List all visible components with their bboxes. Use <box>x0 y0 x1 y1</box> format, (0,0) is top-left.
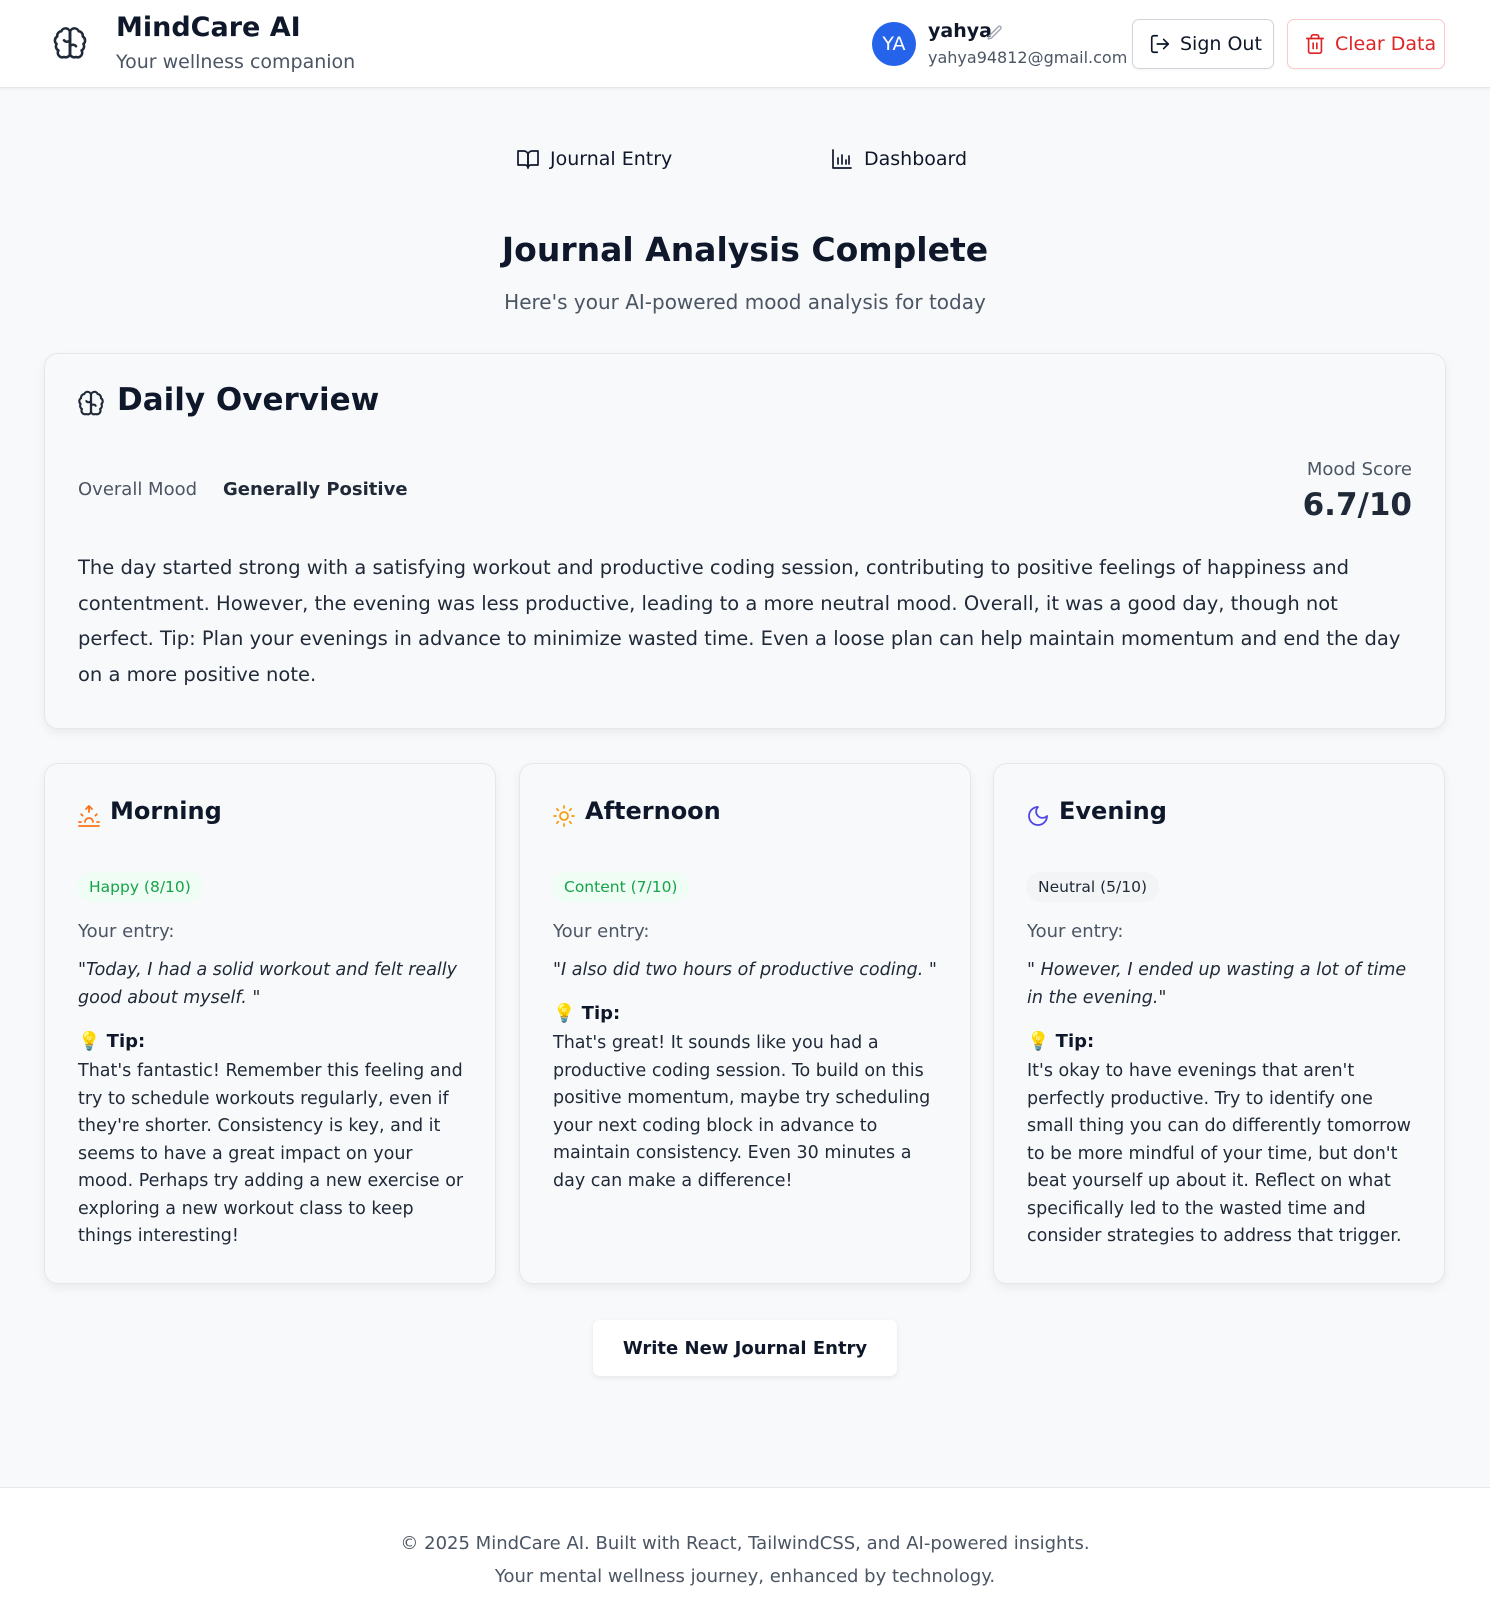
evening-mood-badge: Neutral (5/10) <box>1026 872 1160 902</box>
sunrise-icon <box>78 805 100 827</box>
morning-mood-badge: Happy (8/10) <box>77 872 203 902</box>
morning-entry-label: Your entry: <box>78 921 175 942</box>
morning-card: Morning Happy (8/10) Your entry: "Today,… <box>44 763 496 1284</box>
tab-journal-entry[interactable]: Journal Entry <box>516 142 672 176</box>
sign-out-icon <box>1150 34 1170 54</box>
daily-overview-card: Daily Overview Overall Mood Generally Po… <box>44 353 1446 729</box>
tab-dashboard-label: Dashboard <box>864 148 968 170</box>
afternoon-entry-label: Your entry: <box>553 921 650 942</box>
tab-dashboard[interactable]: Dashboard <box>830 142 967 176</box>
afternoon-tip-label: 💡 Tip: <box>553 1003 621 1024</box>
footer-copyright: © 2025 MindCare AI. Built with React, Ta… <box>400 1533 1090 1554</box>
clear-data-label: Clear Data <box>1335 33 1437 55</box>
afternoon-card: Afternoon Content (7/10) Your entry: "I … <box>519 763 971 1284</box>
sign-out-button[interactable]: Sign Out <box>1132 19 1274 69</box>
user-email: yahya94812@gmail.com <box>928 48 1128 67</box>
footer: © 2025 MindCare AI. Built with React, Ta… <box>0 1487 1490 1613</box>
morning-tip-label: 💡 Tip: <box>78 1031 146 1052</box>
morning-title: Morning <box>110 797 222 825</box>
sun-icon <box>553 805 575 827</box>
morning-tip-text: That's fantastic! Remember this feeling … <box>78 1061 464 1246</box>
bar-chart-icon <box>832 149 852 169</box>
app-header: MindCare AI Your wellness companion YA y… <box>0 0 1490 88</box>
overall-mood-label: Overall Mood <box>78 479 198 500</box>
afternoon-mood-badge: Content (7/10) <box>552 872 690 902</box>
trash-icon <box>1305 34 1325 54</box>
brain-icon <box>78 390 104 416</box>
avatar[interactable]: YA <box>872 22 916 66</box>
overall-mood-value: Generally Positive <box>223 479 408 500</box>
footer-tagline: Your mental wellness journey, enhanced b… <box>494 1566 996 1587</box>
overview-summary: The day started strong with a satisfying… <box>78 556 1401 686</box>
write-new-entry-button[interactable]: Write New Journal Entry <box>593 1320 897 1376</box>
clear-data-button[interactable]: Clear Data <box>1287 19 1445 69</box>
evening-entry-label: Your entry: <box>1027 921 1124 942</box>
moon-icon <box>1028 806 1048 826</box>
page-subtitle: Here's your AI-powered mood analysis for… <box>504 290 986 314</box>
brain-icon <box>53 27 87 59</box>
morning-entry-text: "Today, I had a solid workout and felt r… <box>78 960 457 1008</box>
evening-entry-text: " However, I ended up wasting a lot of t… <box>1027 960 1407 1008</box>
evening-tip-text: It's okay to have evenings that aren't p… <box>1027 1061 1411 1246</box>
app-subtitle: Your wellness companion <box>116 51 356 73</box>
overview-title: Daily Overview <box>117 382 380 418</box>
page-title: Journal Analysis Complete <box>501 230 989 269</box>
app-title: MindCare AI <box>116 12 301 43</box>
mood-score-value: 6.7/10 <box>1302 487 1412 523</box>
sign-out-label: Sign Out <box>1180 33 1262 55</box>
evening-card: Evening Neutral (5/10) Your entry: " How… <box>993 763 1445 1284</box>
afternoon-entry-text: "I also did two hours of productive codi… <box>553 960 937 980</box>
tab-journal-label: Journal Entry <box>550 148 673 170</box>
evening-tip-label: 💡 Tip: <box>1027 1031 1095 1052</box>
user-name: yahya <box>928 20 992 42</box>
afternoon-title: Afternoon <box>585 797 721 825</box>
mood-score-label: Mood Score <box>1306 459 1412 480</box>
afternoon-tip-text: That's great! It sounds like you had a p… <box>553 1033 931 1191</box>
book-open-icon <box>517 150 539 169</box>
evening-title: Evening <box>1059 797 1167 825</box>
pencil-icon[interactable] <box>986 24 1004 42</box>
